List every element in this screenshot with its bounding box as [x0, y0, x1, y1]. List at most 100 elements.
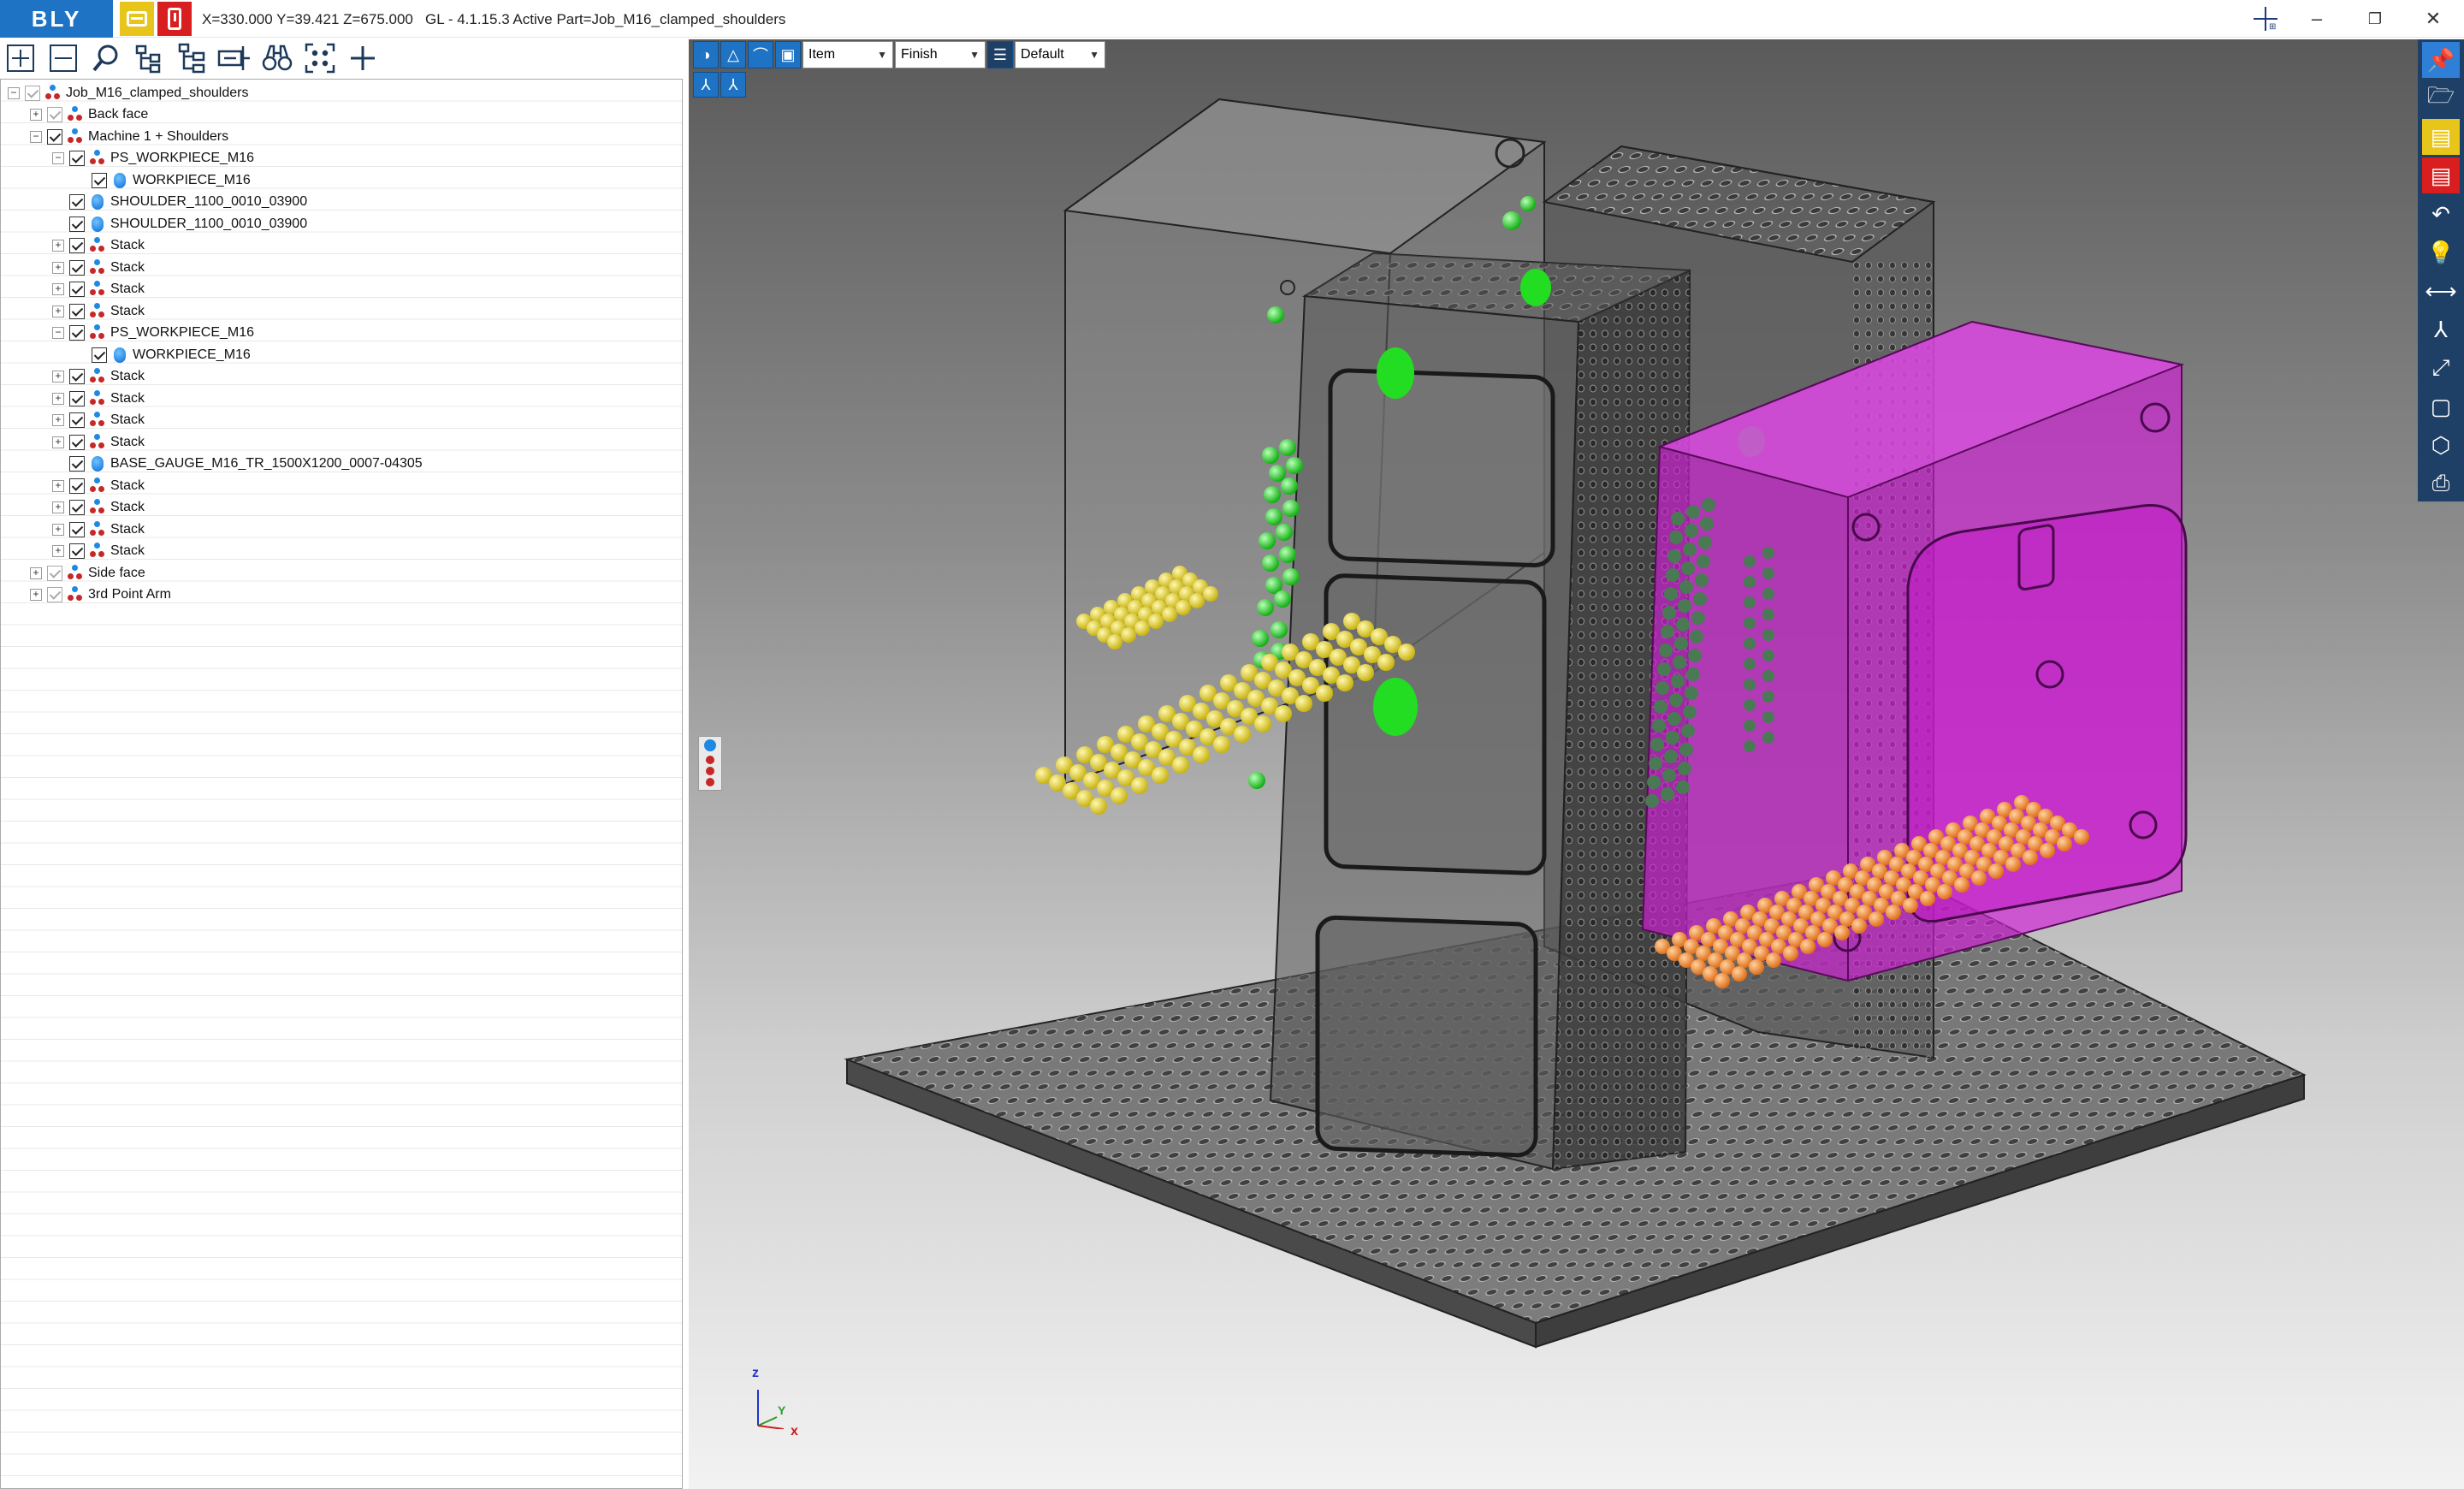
align-icon[interactable] — [217, 41, 252, 75]
tree-row[interactable]: − PS_WORKPIECE_M16 — [52, 148, 254, 170]
visibility-checkbox[interactable] — [69, 543, 85, 560]
visibility-checkbox[interactable] — [69, 500, 85, 516]
visibility-checkbox[interactable] — [47, 565, 62, 581]
tree-row[interactable]: + Stack — [52, 366, 145, 389]
visibility-checkbox[interactable] — [69, 151, 85, 167]
red-panel-icon[interactable]: ▤ — [2422, 157, 2460, 193]
collapse-icon[interactable]: − — [52, 152, 64, 165]
measure-icon[interactable]: ⟷ — [2422, 273, 2460, 309]
visibility-checkbox[interactable] — [92, 347, 107, 363]
tree-row[interactable]: SHOULDER_1100_0010_03900 — [52, 213, 307, 235]
panel-icon[interactable]: ▢ — [2422, 389, 2460, 424]
expand-icon[interactable]: + — [52, 523, 64, 536]
tree-row[interactable]: + Stack — [52, 388, 145, 410]
tree-row[interactable]: + Stack — [52, 279, 145, 301]
visibility-checkbox[interactable] — [69, 412, 85, 429]
tree-row[interactable]: + Side face — [30, 562, 145, 584]
yellow-mode-button[interactable] — [120, 2, 154, 36]
tree-row[interactable]: +3rd Point Arm — [30, 584, 171, 607]
minimize-button[interactable]: – — [2288, 0, 2346, 38]
visibility-checkbox[interactable] — [69, 390, 85, 406]
tree-row[interactable]: + Stack — [52, 300, 145, 323]
restore-button[interactable]: ❐ — [2346, 0, 2404, 38]
box-view-icon[interactable]: ▣ — [775, 41, 801, 68]
yellow-panel-icon[interactable]: ▤ — [2422, 119, 2460, 155]
expand-icon[interactable]: + — [52, 261, 64, 274]
visibility-checkbox[interactable] — [69, 434, 85, 450]
visibility-checkbox[interactable] — [47, 587, 62, 603]
visibility-checkbox[interactable] — [69, 456, 85, 472]
tree-icon[interactable] — [132, 41, 166, 75]
tree-row[interactable]: + Stack — [52, 497, 145, 519]
visibility-checkbox[interactable] — [47, 107, 62, 123]
cone-view-icon[interactable]: △ — [720, 41, 746, 68]
close-button[interactable]: ✕ — [2404, 0, 2462, 38]
visibility-checkbox[interactable] — [69, 521, 85, 537]
expand-icon[interactable]: + — [52, 305, 64, 317]
tree-row[interactable]: SHOULDER_1100_0010_03900 — [52, 192, 307, 214]
open-folder-icon[interactable]: 🗁 — [2422, 80, 2460, 116]
tree-row[interactable]: + Stack — [52, 257, 145, 279]
visibility-checkbox[interactable] — [69, 478, 85, 494]
expand-icon[interactable]: ⤢ — [2422, 350, 2460, 386]
tree-row[interactable]: WORKPIECE_M16 — [74, 344, 251, 366]
expand-icon[interactable]: + — [30, 567, 42, 579]
expand-icon[interactable]: + — [52, 240, 64, 252]
lightbulb-icon[interactable]: 💡 — [2422, 234, 2460, 270]
tree-row[interactable]: + Back face — [30, 104, 148, 127]
triad-icon[interactable]: ⅄ — [693, 72, 719, 98]
visibility-checkbox[interactable] — [69, 259, 85, 276]
tree-row[interactable]: − Job_M16_clamped_shoulders — [8, 82, 248, 104]
visibility-checkbox[interactable] — [69, 303, 85, 319]
expand-icon[interactable]: + — [52, 501, 64, 514]
visibility-checkbox[interactable] — [47, 128, 62, 145]
visibility-checkbox[interactable] — [25, 85, 40, 101]
expand-icon[interactable]: + — [52, 479, 64, 492]
expand-icon[interactable]: + — [52, 545, 64, 558]
arch-view-icon[interactable]: ⌒ — [748, 41, 773, 68]
expand-icon[interactable]: + — [30, 589, 42, 602]
item-select[interactable]: Item ▼ — [803, 41, 893, 68]
axes-icon[interactable]: ⅄ — [2422, 311, 2460, 347]
visibility-checkbox[interactable] — [69, 325, 85, 341]
expand-icon[interactable]: + — [52, 392, 64, 405]
tree-row[interactable]: WORKPIECE_M16 — [74, 169, 251, 192]
fit-view-icon[interactable] — [303, 41, 337, 75]
triad-alt-icon[interactable]: ⅄ — [720, 72, 746, 98]
app-logo[interactable]: BLY — [0, 0, 113, 38]
visibility-checkbox[interactable] — [69, 216, 85, 232]
visibility-checkbox[interactable] — [69, 282, 85, 298]
collapse-all-icon[interactable] — [46, 41, 80, 75]
add-icon[interactable] — [346, 41, 380, 75]
visibility-checkbox[interactable] — [92, 172, 107, 188]
red-mode-button[interactable] — [157, 2, 192, 36]
finish-select[interactable]: Finish ▼ — [895, 41, 986, 68]
print-icon[interactable]: ⎙ — [2422, 466, 2460, 501]
tree-branch-icon[interactable] — [175, 41, 209, 75]
visibility-checkbox[interactable] — [69, 238, 85, 254]
tree-row[interactable]: − Machine 1 + Shoulders — [30, 126, 228, 148]
3d-scene[interactable] — [689, 39, 2464, 1489]
expand-all-icon[interactable] — [3, 41, 38, 75]
collapse-icon[interactable]: − — [8, 86, 20, 99]
stack-indicator[interactable] — [698, 736, 722, 791]
cube-icon[interactable]: ⬡ — [2422, 427, 2460, 463]
visibility-checkbox[interactable] — [69, 369, 85, 385]
tree-row[interactable]: + Stack — [52, 431, 145, 454]
tree-row[interactable]: + Stack — [52, 541, 145, 563]
default-select[interactable]: Default ▼ — [1015, 41, 1105, 68]
collapse-icon[interactable]: − — [30, 130, 42, 143]
tree-row[interactable]: BASE_GAUGE_M16_TR_1500X1200_0007-04305 — [52, 454, 423, 476]
display-mode-icon[interactable]: ☰ — [987, 41, 1013, 68]
expand-icon[interactable]: + — [52, 414, 64, 427]
tree-row[interactable]: + Stack — [52, 410, 145, 432]
binoculars-icon[interactable] — [260, 41, 294, 75]
undo-icon[interactable]: ↶ — [2422, 196, 2460, 232]
expand-icon[interactable]: + — [30, 109, 42, 122]
tree-row[interactable]: + Stack — [52, 235, 145, 258]
shaded-view-icon[interactable]: ◑ — [693, 41, 719, 68]
pin-icon[interactable]: 📌 — [2422, 42, 2460, 78]
collapse-icon[interactable]: − — [52, 327, 64, 340]
expand-icon[interactable]: + — [52, 283, 64, 296]
tree-row[interactable]: + Stack — [52, 475, 145, 497]
